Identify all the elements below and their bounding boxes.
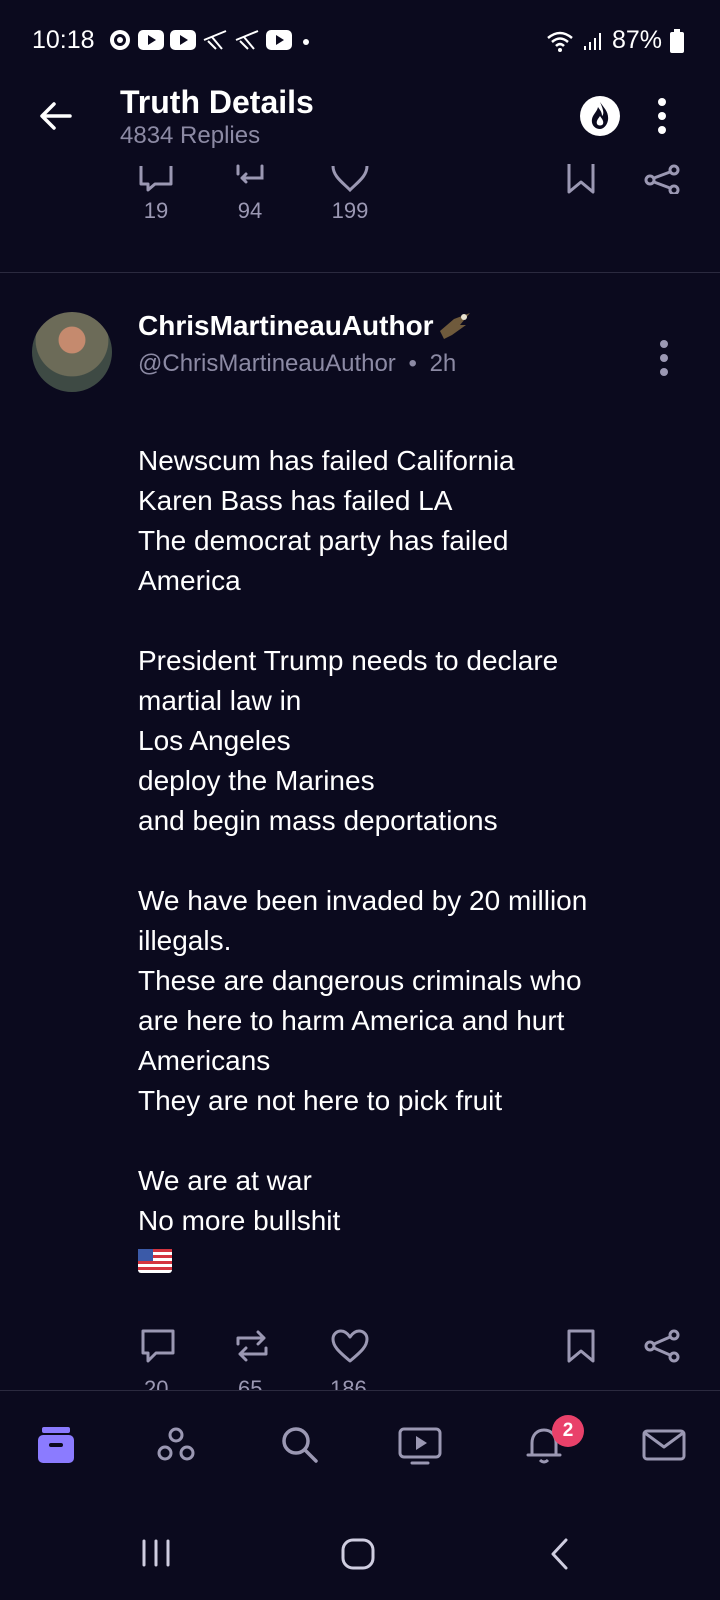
notification-icons — [108, 28, 314, 52]
youtube-icon — [138, 30, 164, 50]
retruth-icon[interactable] — [234, 1328, 270, 1364]
truth-details-screen: 10:18 87% Truth Details 4834 Replies 19 … — [0, 0, 720, 1600]
like-count: 199 — [331, 198, 369, 223]
post-line: deploy the Marines — [138, 765, 375, 796]
post-line: Americans — [138, 1045, 271, 1076]
bookmark-icon[interactable] — [566, 164, 596, 194]
video-icon[interactable] — [396, 1421, 444, 1469]
target-icon — [110, 30, 130, 50]
replies-count: 4834 Replies — [120, 122, 261, 149]
signal-icon — [583, 32, 601, 50]
post-line: No more bullshit — [138, 1205, 341, 1236]
groups-icon[interactable] — [152, 1421, 200, 1469]
post-actions — [0, 1324, 720, 1384]
system-navigation-bar — [0, 1501, 720, 1600]
status-time: 10:18 — [32, 26, 95, 54]
reply-icon — [139, 166, 173, 192]
like-button[interactable]: 199 — [330, 164, 370, 224]
messages-icon[interactable] — [640, 1421, 688, 1469]
youtube-icon — [170, 30, 196, 50]
battery-icon — [670, 28, 684, 53]
reply-count: 19 — [143, 198, 169, 223]
post-line — [138, 1121, 698, 1161]
reply-icon[interactable] — [140, 1328, 176, 1364]
retruth-button[interactable]: 94 — [232, 164, 268, 224]
bookmark-icon[interactable] — [566, 1328, 596, 1364]
notification-badge: 2 — [552, 1415, 584, 1447]
post-line: These are dangerous criminals who — [138, 965, 582, 996]
post-line: The democrat party has failed — [138, 525, 509, 556]
search-icon[interactable] — [276, 1421, 324, 1469]
post-line: Newscum has failed California — [138, 445, 515, 476]
home-icon[interactable] — [32, 1421, 80, 1469]
dot-icon — [303, 39, 309, 45]
truth-social-icon — [203, 30, 227, 50]
truth-social-icon — [235, 30, 259, 50]
author-name[interactable]: ChrisMartineauAuthor — [138, 310, 472, 342]
post-time: 2h — [429, 350, 457, 377]
share-icon[interactable] — [644, 1328, 680, 1364]
heart-icon — [331, 165, 369, 192]
app-header: Truth Details 4834 Replies — [0, 84, 720, 160]
heart-icon[interactable] — [330, 1328, 370, 1364]
post-line: are here to harm America and hurt — [138, 1005, 565, 1036]
post-line — [138, 601, 698, 641]
us-flag-icon — [138, 1249, 172, 1273]
post-line: illegals. — [138, 925, 232, 956]
eagle-icon — [439, 313, 470, 339]
home-button-icon[interactable] — [340, 1537, 376, 1571]
back-button[interactable] — [34, 94, 78, 138]
post-line: We have been invaded by 20 million — [138, 885, 588, 916]
youtube-icon — [266, 30, 292, 50]
previous-post-actions: 19 94 199 — [0, 160, 720, 244]
author-handle[interactable]: @ChrisMartineauAuthor • 2h — [138, 350, 456, 378]
post-more-options-icon[interactable] — [650, 336, 678, 380]
bottom-navigation: 2 — [0, 1391, 720, 1501]
share-icon[interactable] — [644, 164, 680, 194]
post-divider — [0, 272, 720, 273]
retruth-icon — [236, 164, 264, 184]
post-line: martial law in — [138, 685, 302, 716]
post-body: Newscum has failed California Karen Bass… — [138, 441, 698, 1284]
status-bar: 10:18 87% — [0, 0, 720, 84]
post-line: President Trump needs to declare — [138, 645, 559, 676]
reply-button[interactable]: 19 — [138, 164, 174, 224]
post-line: Los Angeles — [138, 725, 291, 756]
post-line: We are at war — [138, 1165, 312, 1196]
system-status: 87% — [546, 26, 684, 55]
retruth-count: 94 — [237, 198, 263, 223]
more-options-icon[interactable] — [648, 94, 676, 138]
page-title: Truth Details — [120, 84, 314, 120]
battery-percent: 87% — [611, 26, 662, 54]
post-line: They are not here to pick fruit — [138, 1085, 503, 1116]
post-line — [138, 841, 698, 881]
system-back-icon[interactable] — [548, 1537, 572, 1571]
recent-apps-icon[interactable] — [138, 1537, 174, 1569]
post-line: America — [138, 565, 241, 596]
post-line: and begin mass deportations — [138, 805, 498, 836]
post-line: Karen Bass has failed LA — [138, 485, 453, 516]
post-emoji-line — [138, 1241, 698, 1284]
avatar[interactable] — [32, 312, 112, 392]
wifi-icon — [547, 31, 573, 52]
fire-icon[interactable] — [578, 94, 622, 138]
